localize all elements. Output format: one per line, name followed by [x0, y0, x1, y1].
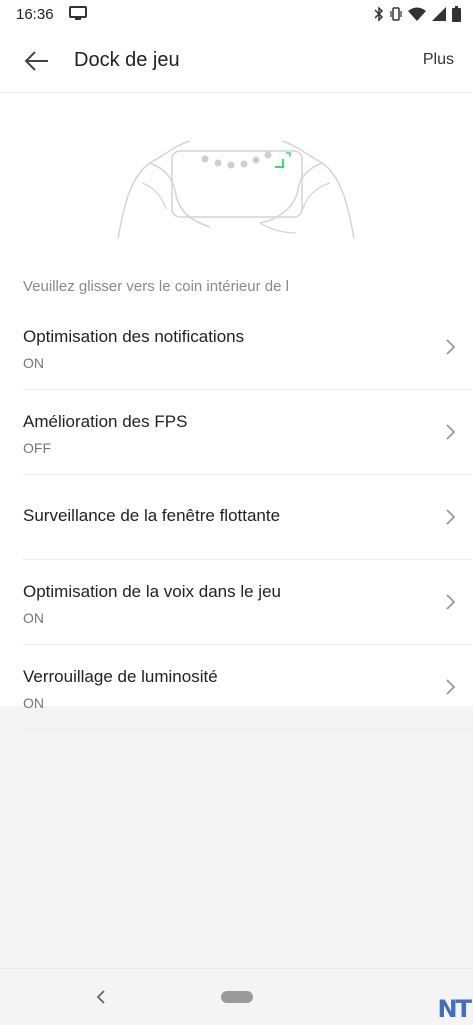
settings-list: Optimisation des notifications ON Amélio…: [0, 305, 473, 730]
battery-icon: [452, 6, 461, 22]
status-icons: [374, 6, 461, 22]
hands-holding-phone-illustration: [117, 140, 355, 240]
chevron-right-icon: [446, 509, 456, 525]
screen: 16:36 Dock de jeu Plus Veuillez glisser …: [0, 0, 473, 1025]
setting-fps-improvement[interactable]: Amélioration des FPS OFF: [23, 390, 473, 475]
back-button[interactable]: [20, 44, 54, 78]
setting-title: Optimisation de la voix dans le jeu: [23, 582, 281, 601]
chevron-right-icon: [446, 339, 456, 355]
navigation-bar: NT: [0, 968, 473, 1025]
wifi-icon: [408, 7, 426, 21]
setting-value: OFF: [23, 440, 51, 456]
setting-value: ON: [23, 355, 44, 371]
app-bar: Dock de jeu Plus: [0, 30, 473, 93]
setting-brightness-lock[interactable]: Verrouillage de luminosité ON: [23, 645, 473, 730]
setting-title: Amélioration des FPS: [23, 412, 188, 431]
setting-notification-optimization[interactable]: Optimisation des notifications ON: [23, 305, 473, 390]
setting-in-game-voice-optimization[interactable]: Optimisation de la voix dans le jeu ON: [23, 560, 473, 645]
bluetooth-icon: [374, 6, 384, 22]
chevron-right-icon: [446, 424, 456, 440]
setting-floating-window-monitoring[interactable]: Surveillance de la fenêtre flottante: [23, 475, 473, 560]
vibrate-icon: [390, 7, 402, 21]
setting-title: Verrouillage de luminosité: [23, 667, 218, 686]
setting-title: Surveillance de la fenêtre flottante: [23, 506, 281, 525]
page-title: Dock de jeu: [74, 49, 180, 71]
more-button[interactable]: Plus: [423, 51, 454, 69]
status-time: 16:36: [16, 6, 54, 23]
watermark-logo: NT: [437, 995, 472, 1023]
setting-value: ON: [23, 610, 44, 626]
setting-title: Optimisation des notifications: [23, 327, 245, 346]
content-panel: Veuillez glisser vers le coin intérieur …: [0, 93, 473, 730]
signal-icon: [432, 7, 446, 21]
hint-text: Veuillez glisser vers le coin intérieur …: [23, 278, 289, 295]
home-pill-icon[interactable]: [221, 991, 253, 1003]
setting-value: ON: [23, 695, 44, 711]
chevron-right-icon: [446, 679, 456, 695]
tv-icon: [69, 6, 87, 20]
chevron-right-icon: [446, 594, 456, 610]
chevron-left-icon[interactable]: [92, 987, 110, 1007]
status-bar: 16:36: [0, 0, 473, 30]
